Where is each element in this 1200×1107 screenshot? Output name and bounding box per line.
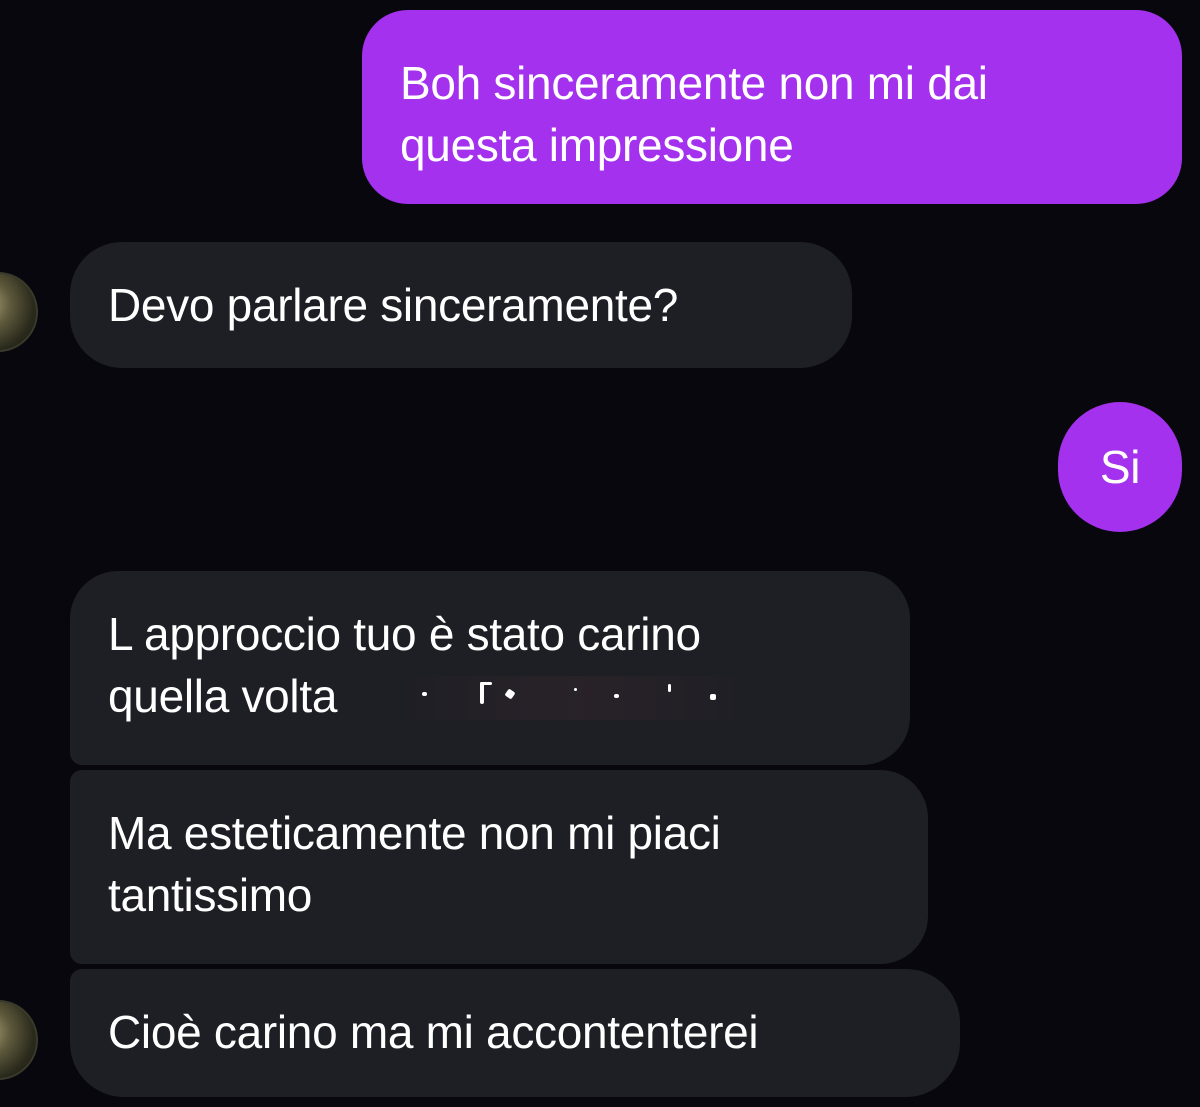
incoming-message-bubble[interactable]: Cioè carino ma mi accontenterei (70, 969, 960, 1097)
message-text: Si (1099, 441, 1141, 493)
sender-avatar[interactable] (0, 1000, 38, 1080)
incoming-message-bubble[interactable]: Devo parlare sinceramente? (70, 242, 852, 368)
incoming-message-bubble[interactable]: Ma esteticamente non mi piaci tantissimo (70, 770, 928, 964)
message-text: Cioè carino ma mi accontenterei (108, 1006, 759, 1058)
redacted-text-area (400, 676, 750, 720)
incoming-message-bubble[interactable]: L approccio tuo è stato carino quella vo… (70, 571, 910, 765)
message-text: Ma esteticamente non mi piaci tantissimo (108, 807, 721, 921)
outgoing-message-bubble[interactable]: Boh sinceramente non mi dai questa impre… (362, 10, 1182, 204)
sender-avatar[interactable] (0, 272, 38, 352)
message-text: Devo parlare sinceramente? (108, 279, 679, 331)
message-text: Boh sinceramente non mi dai questa impre… (400, 57, 988, 171)
outgoing-message-bubble[interactable]: Si (1058, 402, 1182, 532)
